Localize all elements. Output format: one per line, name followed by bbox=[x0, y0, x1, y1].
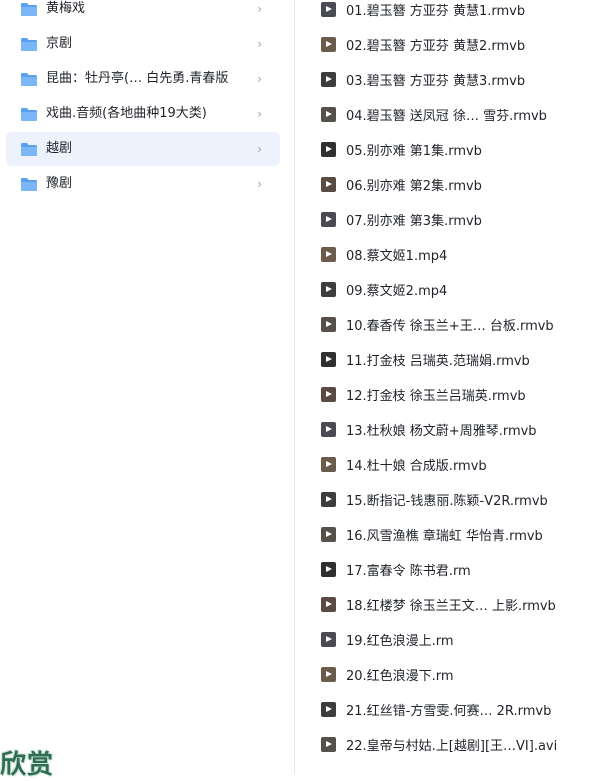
file-name: 02.碧玉簪 方亚芬 黄慧2.rmvb bbox=[346, 39, 526, 54]
folder-icon bbox=[21, 73, 37, 86]
folder-label: 越剧 bbox=[46, 141, 73, 156]
video-thumbnail-icon bbox=[321, 352, 336, 367]
video-thumbnail-icon bbox=[321, 422, 336, 437]
folder-label: 黄梅戏 bbox=[46, 1, 86, 16]
file-item[interactable]: 19.红色浪漫上.rm bbox=[295, 622, 601, 657]
video-thumbnail-icon bbox=[321, 72, 336, 87]
file-name: 16.风雪渔樵 章瑞虹 华怡青.rmvb bbox=[346, 529, 543, 544]
file-name: 04.碧玉簪 送凤冠 徐… 雪芬.rmvb bbox=[346, 109, 547, 124]
file-name: 09.蔡文姬2.mp4 bbox=[346, 284, 448, 299]
file-name: 17.富春令 陈书君.rm bbox=[346, 564, 471, 579]
file-item[interactable]: 20.红色浪漫下.rm bbox=[295, 657, 601, 692]
video-thumbnail-icon bbox=[321, 317, 336, 332]
file-name: 01.碧玉簪 方亚芬 黄慧1.rmvb bbox=[346, 4, 526, 19]
file-item[interactable]: 11.打金枝 吕瑞英.范瑞娟.rmvb bbox=[295, 342, 601, 377]
folder-icon bbox=[21, 38, 37, 51]
file-name: 21.红丝错-方雪雯.何赛… 2R.rmvb bbox=[346, 704, 552, 719]
folder-label: 戏曲.音频(各地曲种19大类) bbox=[46, 106, 207, 121]
file-item[interactable]: 02.碧玉簪 方亚芬 黄慧2.rmvb bbox=[295, 27, 601, 62]
video-thumbnail-icon bbox=[321, 737, 336, 752]
file-name: 18.红楼梦 徐玉兰王文… 上影.rmvb bbox=[346, 599, 556, 614]
watermark-text: 欣赏 bbox=[0, 750, 55, 780]
file-item[interactable]: 04.碧玉簪 送凤冠 徐… 雪芬.rmvb bbox=[295, 97, 601, 132]
video-thumbnail-icon bbox=[321, 247, 336, 262]
video-thumbnail-icon bbox=[321, 282, 336, 297]
file-name: 06.别亦难 第2集.rmvb bbox=[346, 179, 482, 194]
folder-item[interactable]: 黄梅戏 › bbox=[6, 0, 280, 26]
video-thumbnail-icon bbox=[321, 457, 336, 472]
file-name: 08.蔡文姬1.mp4 bbox=[346, 249, 448, 264]
file-item[interactable]: 05.别亦难 第1集.rmvb bbox=[295, 132, 601, 167]
file-item[interactable]: 15.断指记-钱惠丽.陈颖-V2R.rmvb bbox=[295, 482, 601, 517]
video-thumbnail-icon bbox=[321, 107, 336, 122]
file-item[interactable]: 09.蔡文姬2.mp4 bbox=[295, 272, 601, 307]
file-item[interactable]: 22.皇帝与村姑.上[越剧][王…VI].avi bbox=[295, 727, 601, 762]
file-item[interactable]: 03.碧玉簪 方亚芬 黄慧3.rmvb bbox=[295, 62, 601, 97]
file-item[interactable]: 16.风雪渔樵 章瑞虹 华怡青.rmvb bbox=[295, 517, 601, 552]
file-list-pane: 01.碧玉簪 方亚芬 黄慧1.rmvb 02.碧玉簪 方亚芬 黄慧2.rmvb 03… bbox=[295, 0, 601, 774]
chevron-right-icon: › bbox=[257, 142, 262, 156]
video-thumbnail-icon bbox=[321, 142, 336, 157]
video-thumbnail-icon bbox=[321, 702, 336, 717]
video-thumbnail-icon bbox=[321, 2, 336, 17]
file-item[interactable]: 21.红丝错-方雪雯.何赛… 2R.rmvb bbox=[295, 692, 601, 727]
file-item[interactable]: 10.春香传 徐玉兰+王… 台板.rmvb bbox=[295, 307, 601, 342]
video-thumbnail-icon bbox=[321, 667, 336, 682]
video-thumbnail-icon bbox=[321, 632, 336, 647]
chevron-right-icon: › bbox=[257, 2, 262, 16]
folder-icon bbox=[21, 178, 37, 191]
file-item[interactable]: 18.红楼梦 徐玉兰王文… 上影.rmvb bbox=[295, 587, 601, 622]
folder-item[interactable]: 昆曲：牡丹亭(… 白先勇.青春版 › bbox=[6, 62, 280, 96]
file-item[interactable]: 12.打金枝 徐玉兰吕瑞英.rmvb bbox=[295, 377, 601, 412]
file-name: 03.碧玉簪 方亚芬 黄慧3.rmvb bbox=[346, 74, 526, 89]
file-name: 11.打金枝 吕瑞英.范瑞娟.rmvb bbox=[346, 354, 530, 369]
folder-item[interactable]: 戏曲.音频(各地曲种19大类) › bbox=[6, 97, 280, 131]
file-name: 07.别亦难 第3集.rmvb bbox=[346, 214, 482, 229]
video-thumbnail-icon bbox=[321, 597, 336, 612]
folder-label: 豫剧 bbox=[46, 176, 73, 191]
file-item[interactable]: 17.富春令 陈书君.rm bbox=[295, 552, 601, 587]
file-item[interactable]: 06.别亦难 第2集.rmvb bbox=[295, 167, 601, 202]
video-thumbnail-icon bbox=[321, 212, 336, 227]
chevron-right-icon: › bbox=[257, 177, 262, 191]
file-name: 22.皇帝与村姑.上[越剧][王…VI].avi bbox=[346, 739, 558, 754]
file-item[interactable]: 14.杜十娘 合成版.rmvb bbox=[295, 447, 601, 482]
video-thumbnail-icon bbox=[321, 492, 336, 507]
file-item[interactable]: 08.蔡文姬1.mp4 bbox=[295, 237, 601, 272]
video-thumbnail-icon bbox=[321, 527, 336, 542]
folder-icon bbox=[21, 3, 37, 16]
folder-label: 昆曲：牡丹亭(… 白先勇.青春版 bbox=[46, 71, 229, 86]
file-name: 19.红色浪漫上.rm bbox=[346, 634, 454, 649]
file-item[interactable]: 07.别亦难 第3集.rmvb bbox=[295, 202, 601, 237]
folder-list-pane: 黄梅戏 › 京剧 › 昆曲：牡丹亭(… 白先勇.青春版 › 戏曲.音频(各地曲种19大类) ›… bbox=[0, 0, 294, 774]
file-name: 14.杜十娘 合成版.rmvb bbox=[346, 459, 487, 474]
folder-item[interactable]: 豫剧 › bbox=[6, 167, 280, 201]
folder-item[interactable]: 京剧 › bbox=[6, 27, 280, 61]
folder-icon bbox=[21, 143, 37, 156]
video-thumbnail-icon bbox=[321, 37, 336, 52]
file-name: 20.红色浪漫下.rm bbox=[346, 669, 454, 684]
chevron-right-icon: › bbox=[257, 72, 262, 86]
file-name: 05.别亦难 第1集.rmvb bbox=[346, 144, 482, 159]
file-item[interactable]: 13.杜秋娘 杨文蔚+周雅琴.rmvb bbox=[295, 412, 601, 447]
file-name: 13.杜秋娘 杨文蔚+周雅琴.rmvb bbox=[346, 424, 537, 439]
folder-label: 京剧 bbox=[46, 36, 73, 51]
video-thumbnail-icon bbox=[321, 177, 336, 192]
file-name: 10.春香传 徐玉兰+王… 台板.rmvb bbox=[346, 319, 554, 334]
video-thumbnail-icon bbox=[321, 387, 336, 402]
chevron-right-icon: › bbox=[257, 37, 262, 51]
file-name: 15.断指记-钱惠丽.陈颖-V2R.rmvb bbox=[346, 494, 548, 509]
video-thumbnail-icon bbox=[321, 562, 336, 577]
folder-icon bbox=[21, 108, 37, 121]
file-item[interactable]: 01.碧玉簪 方亚芬 黄慧1.rmvb bbox=[295, 0, 601, 27]
file-name: 12.打金枝 徐玉兰吕瑞英.rmvb bbox=[346, 389, 526, 404]
folder-item[interactable]: 越剧 › bbox=[6, 132, 280, 166]
chevron-right-icon: › bbox=[257, 107, 262, 121]
